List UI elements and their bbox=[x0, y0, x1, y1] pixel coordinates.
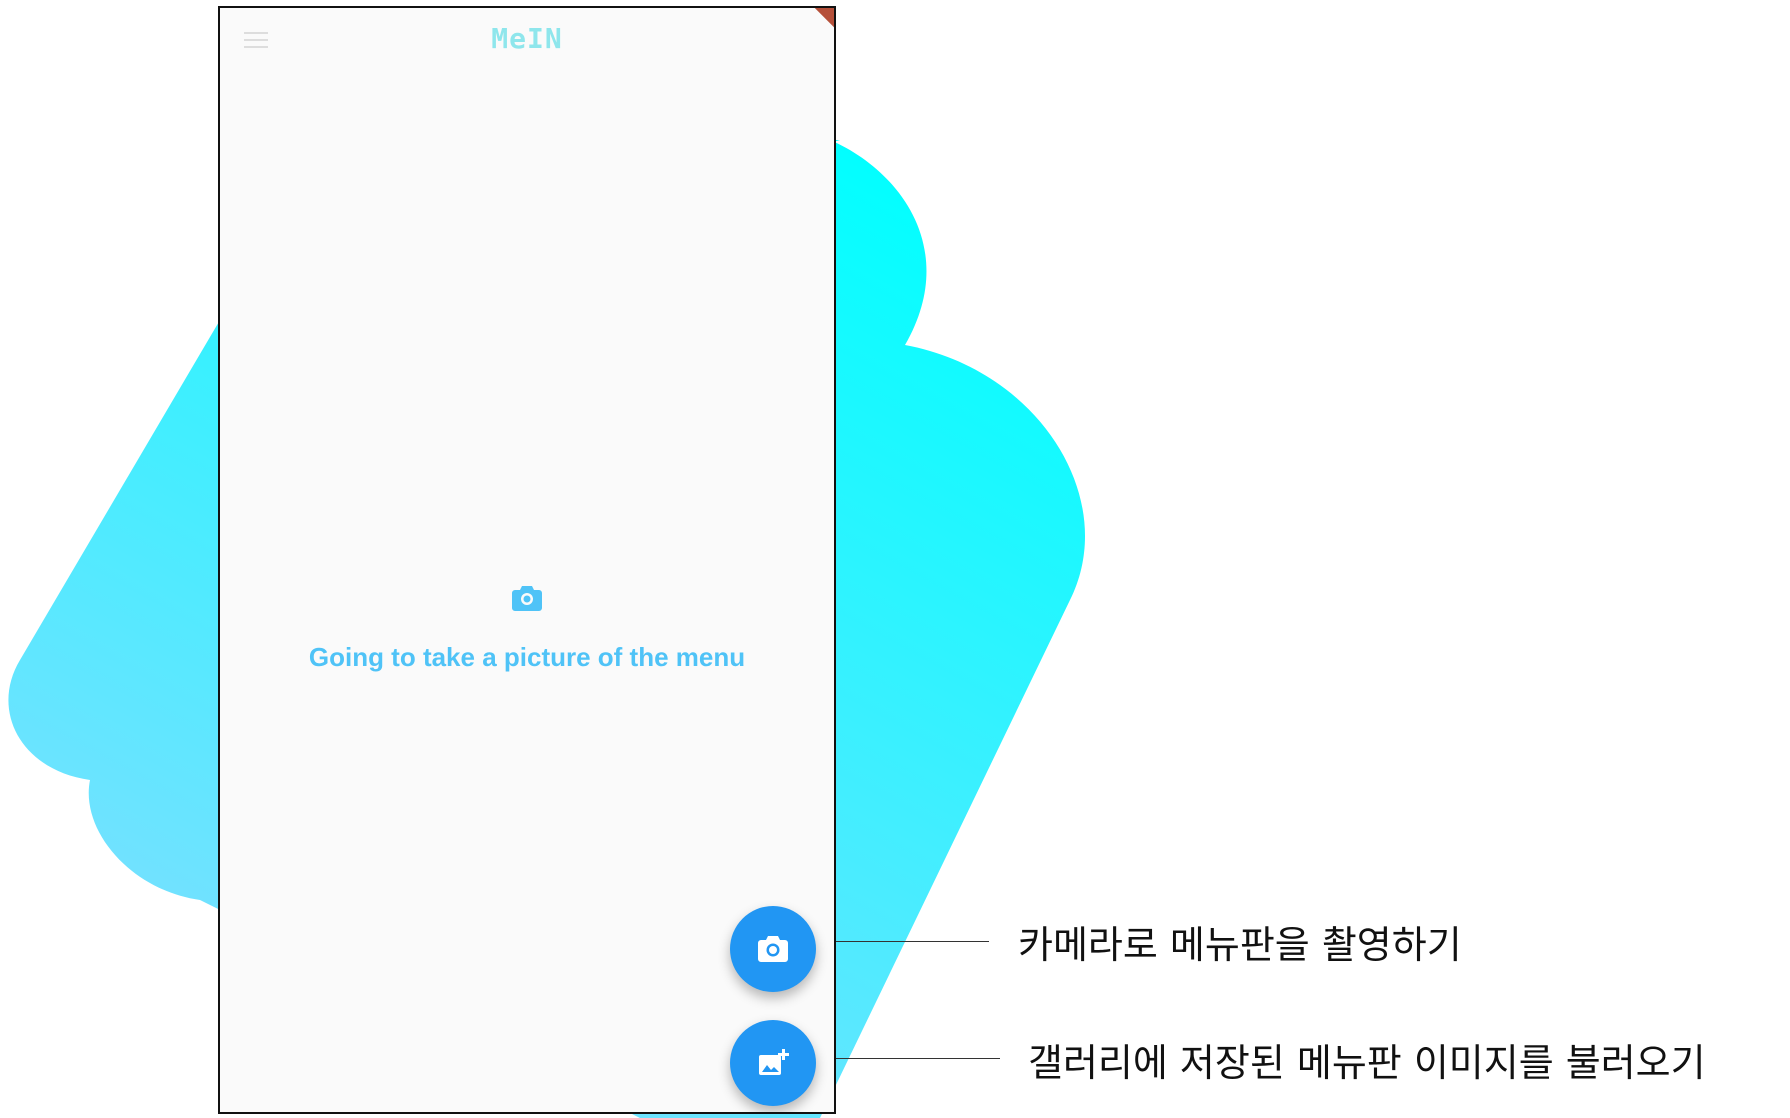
empty-state: Going to take a picture of the menu bbox=[220, 584, 834, 673]
camera-icon bbox=[758, 936, 788, 962]
camera-callout-label: 카메라로 메뉴판을 촬영하기 bbox=[1018, 923, 1462, 967]
app-title: MeIN bbox=[491, 22, 563, 55]
add-photo-icon bbox=[759, 1049, 789, 1075]
empty-state-hint: Going to take a picture of the menu bbox=[308, 642, 746, 672]
pick-from-gallery-button[interactable] bbox=[730, 1020, 816, 1106]
camera-icon bbox=[511, 584, 543, 612]
take-photo-button[interactable] bbox=[730, 906, 816, 992]
camera-callout-line bbox=[836, 941, 989, 942]
phone-screen: MeIN Going to take a picture of the menu bbox=[218, 6, 836, 1114]
gallery-callout-label: 갤러리에 저장된 메뉴판 이미지를 불러오기 bbox=[1028, 1041, 1706, 1085]
gallery-callout-line bbox=[836, 1058, 1000, 1059]
